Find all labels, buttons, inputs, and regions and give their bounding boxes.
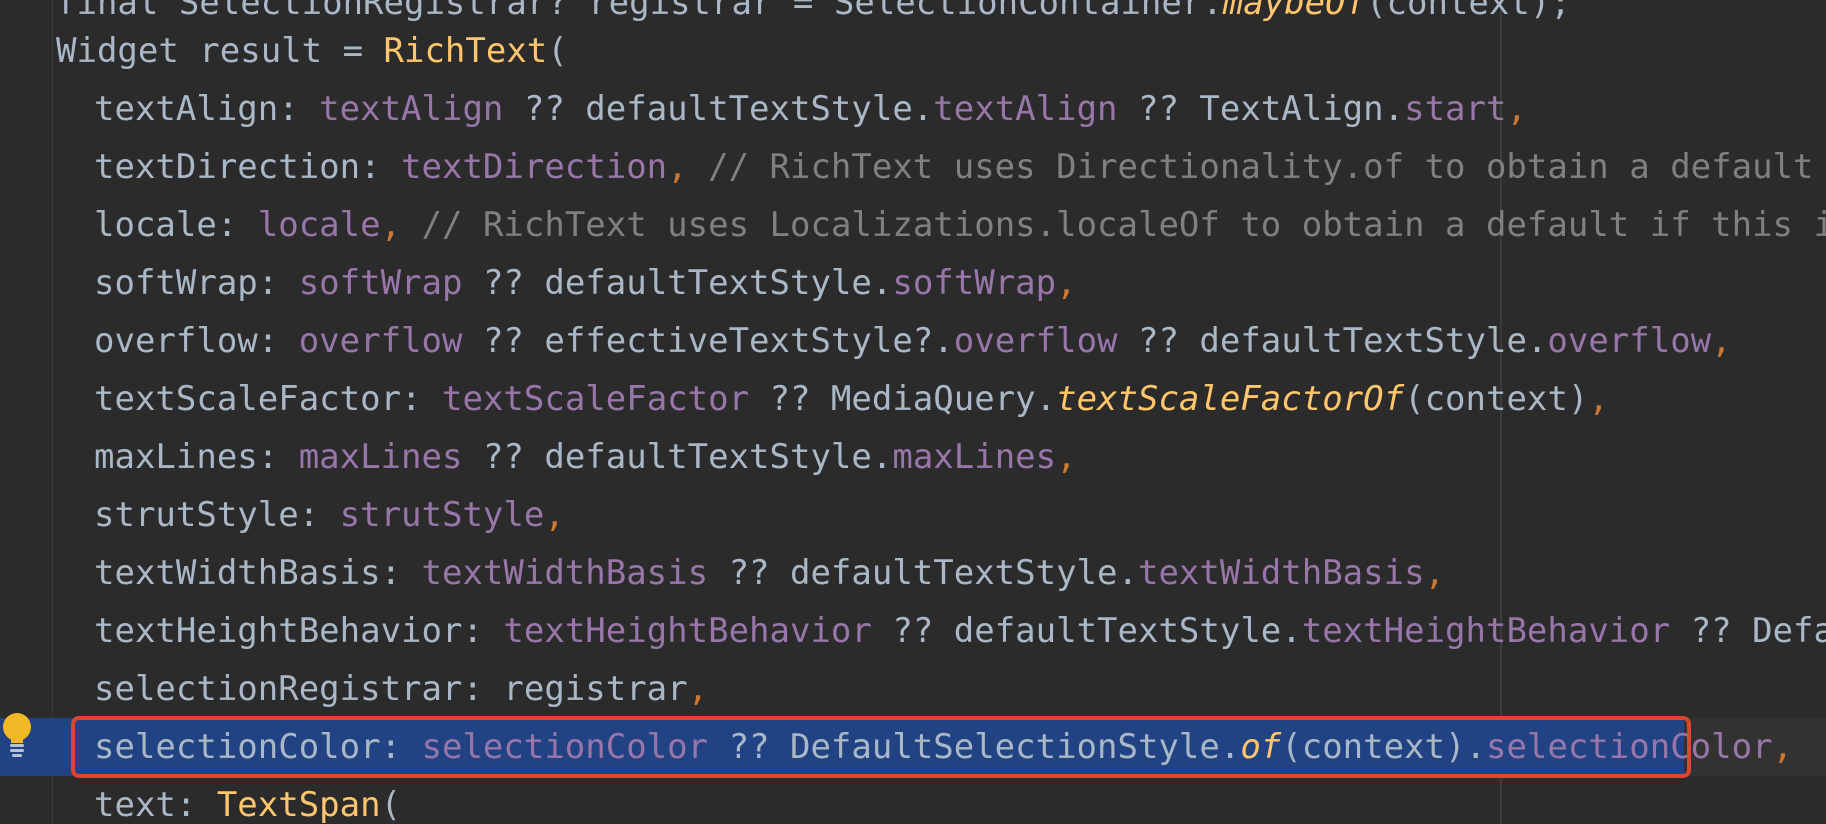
code-token: locale xyxy=(257,205,381,245)
code-token: maybeOf xyxy=(1222,0,1367,23)
code-line[interactable]: selectionRegistrar: registrar, xyxy=(0,660,1826,718)
code-token: ?? defaultTextStyle. xyxy=(462,437,893,477)
code-token: , xyxy=(667,147,688,187)
code-token: , xyxy=(1056,263,1077,303)
code-token: maxLines: xyxy=(94,437,299,477)
code-line[interactable]: overflow: overflow ?? effectiveTextStyle… xyxy=(0,312,1826,370)
code-token: textScaleFactor xyxy=(442,379,750,419)
code-token: maxLines xyxy=(298,437,463,477)
code-token: , xyxy=(1772,727,1794,767)
code-text: textWidthBasis: textWidthBasis ?? defaul… xyxy=(94,544,1445,602)
code-token: ?? TextAlign. xyxy=(1117,89,1405,129)
code-line[interactable]: strutStyle: strutStyle, xyxy=(0,486,1826,544)
code-token: textDirection xyxy=(401,147,668,187)
code-token: RichText xyxy=(383,31,548,71)
code-text: overflow: overflow ?? effectiveTextStyle… xyxy=(94,312,1732,370)
code-line[interactable]: textAlign: textAlign ?? defaultTextStyle… xyxy=(0,80,1826,138)
code-token: overflow xyxy=(298,321,463,361)
code-text: textDirection: textDirection, // RichTex… xyxy=(94,138,1826,196)
code-line[interactable]: softWrap: softWrap ?? defaultTextStyle.s… xyxy=(0,254,1826,312)
code-token: softWrap xyxy=(892,263,1057,303)
annotation-highlight-box xyxy=(71,716,1691,778)
code-token: textScaleFactorOf xyxy=(1056,379,1405,419)
code-token: Widget result = xyxy=(56,31,384,71)
code-line[interactable]: textWidthBasis: textWidthBasis ?? defaul… xyxy=(0,544,1826,602)
code-token: locale: xyxy=(94,205,258,245)
code-token: TextSpan xyxy=(216,785,381,824)
code-text: Widget result = RichText( xyxy=(56,22,568,80)
code-token: , xyxy=(1711,321,1732,361)
code-token: textAlign xyxy=(319,89,504,129)
code-text: selectionRegistrar: registrar, xyxy=(94,660,708,718)
code-line[interactable]: textDirection: textDirection, // RichTex… xyxy=(0,138,1826,196)
code-line[interactable]: locale: locale, // RichText uses Localiz… xyxy=(0,196,1826,254)
code-token: ?? effectiveTextStyle?. xyxy=(462,321,954,361)
code-token: textHeightBehavior xyxy=(503,611,872,651)
code-token: overflow: xyxy=(94,321,299,361)
code-line[interactable]: maxLines: maxLines ?? defaultTextStyle.m… xyxy=(0,428,1826,486)
code-token: strutStyle xyxy=(339,495,545,535)
code-editor[interactable]: final SelectionRegistrar? registrar = Se… xyxy=(0,0,1826,824)
code-line[interactable]: textHeightBehavior: textHeightBehavior ?… xyxy=(0,602,1826,660)
code-token: ( xyxy=(380,785,402,824)
code-text: locale: locale, // RichText uses Localiz… xyxy=(94,196,1826,254)
code-token: textWidthBasis xyxy=(421,553,709,593)
code-token: strutStyle: xyxy=(94,495,340,535)
code-text: softWrap: softWrap ?? defaultTextStyle.s… xyxy=(94,254,1077,312)
code-token: ?? MediaQuery. xyxy=(749,379,1057,419)
code-token: textWidthBasis: xyxy=(94,553,422,593)
code-token: softWrap: xyxy=(94,263,299,303)
code-token: selectionRegistrar: registrar xyxy=(94,669,688,709)
code-token: textAlign: xyxy=(94,89,320,129)
code-token: overflow xyxy=(953,321,1118,361)
code-token: , xyxy=(1056,437,1077,477)
code-token: ?? defaultTextStyle. xyxy=(462,263,893,303)
code-line[interactable]: Widget result = RichText( xyxy=(0,22,1826,80)
code-token: ( xyxy=(547,31,568,71)
code-token: , xyxy=(1424,553,1446,593)
code-token: ?? defaultTextStyle. xyxy=(871,611,1302,651)
code-token: textHeightBehavior xyxy=(1301,611,1671,651)
code-line[interactable]: textScaleFactor: textScaleFactor ?? Medi… xyxy=(0,370,1826,428)
code-token: , xyxy=(544,495,565,535)
code-token: ?? DefaultTex xyxy=(1690,611,1826,651)
code-token: overflow xyxy=(1547,321,1712,361)
code-text: textHeightBehavior: textHeightBehavior ?… xyxy=(94,602,1826,660)
code-token: ?? defaultTextStyle. xyxy=(1117,321,1548,361)
code-token: text: xyxy=(94,785,217,824)
code-token: , xyxy=(1588,379,1609,419)
code-token: textHeightBehavior: xyxy=(94,611,504,651)
code-token: , xyxy=(1506,89,1527,129)
code-token: (context) xyxy=(1404,379,1589,419)
code-token: , xyxy=(687,669,709,709)
code-token: textWidthBasis xyxy=(1137,553,1425,593)
code-token: softWrap xyxy=(298,263,463,303)
code-token: , xyxy=(380,205,402,245)
code-token: textScaleFactor: xyxy=(94,379,442,419)
code-token: ?? defaultTextStyle. xyxy=(503,89,934,129)
code-line[interactable]: text: TextSpan( xyxy=(0,776,1826,824)
code-text: textScaleFactor: textScaleFactor ?? Medi… xyxy=(94,370,1609,428)
code-text: maxLines: maxLines ?? defaultTextStyle.m… xyxy=(94,428,1077,486)
code-text: textAlign: textAlign ?? defaultTextStyle… xyxy=(94,80,1527,138)
code-token: textDirection: xyxy=(94,147,402,187)
code-text: text: TextSpan( xyxy=(94,776,401,824)
code-token: maxLines xyxy=(892,437,1057,477)
code-token: textAlign xyxy=(933,89,1118,129)
code-text: strutStyle: strutStyle, xyxy=(94,486,565,544)
code-token: ?? defaultTextStyle. xyxy=(708,553,1138,593)
code-token: // RichText uses Directionality.of to ob… xyxy=(708,147,1814,187)
code-token: // RichText uses Localizations.localeOf … xyxy=(401,205,1826,245)
code-token: start xyxy=(1404,89,1507,129)
code-token: final SelectionRegistrar? registrar = Se… xyxy=(56,0,1223,23)
code-token: (context); xyxy=(1366,0,1571,23)
lightbulb-icon[interactable] xyxy=(0,712,34,758)
